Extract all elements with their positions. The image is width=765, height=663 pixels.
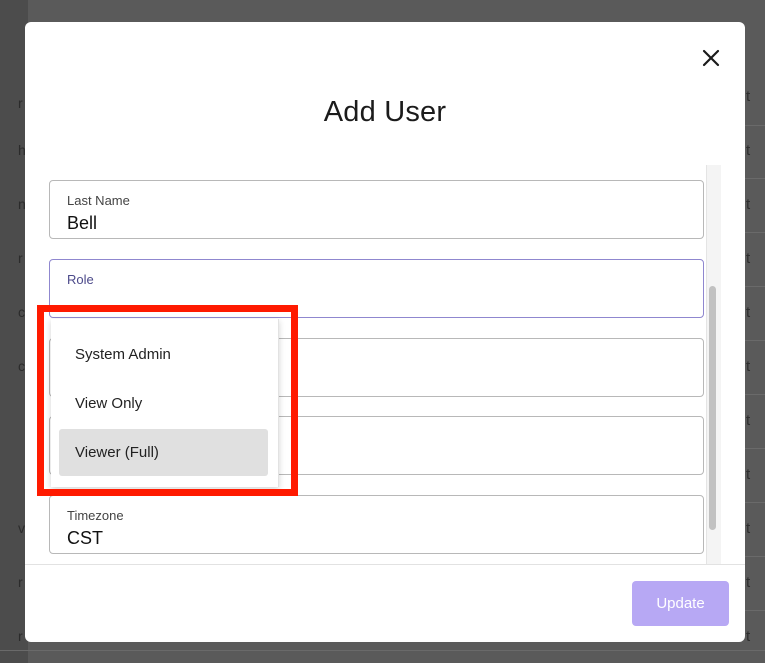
footer-divider xyxy=(25,564,745,565)
role-option-view-only[interactable]: View Only xyxy=(59,380,268,427)
background-row-text: t xyxy=(746,304,751,321)
role-dropdown-menu: System Admin View Only Viewer (Full) xyxy=(51,319,279,487)
background-left-text: r xyxy=(18,95,23,111)
timezone-field[interactable]: Timezone CST xyxy=(49,495,704,554)
background-row-text: t xyxy=(746,142,751,159)
background-row-divider xyxy=(744,448,765,449)
background-row-divider xyxy=(744,394,765,395)
background-row-text: t xyxy=(746,574,751,591)
role-select[interactable]: Role xyxy=(49,259,704,318)
background-row-divider xyxy=(744,610,765,611)
background-row-divider xyxy=(744,125,765,126)
background-row-text: t xyxy=(746,88,751,105)
background-row-text: t xyxy=(746,358,751,375)
background-left-text: r xyxy=(18,250,23,266)
scrollbar-thumb[interactable] xyxy=(709,286,716,530)
background-left-text: c xyxy=(18,358,25,374)
background-row-text: t xyxy=(746,196,751,213)
background-divider xyxy=(0,650,765,651)
last-name-label: Last Name xyxy=(67,193,130,208)
background-row-text: t xyxy=(746,412,751,429)
background-row-text: t xyxy=(746,520,751,537)
timezone-label: Timezone xyxy=(67,508,124,523)
background-left-text: r xyxy=(18,574,23,590)
background-left-text: r xyxy=(18,628,23,644)
modal-title: Add User xyxy=(323,96,447,128)
last-name-value: Bell xyxy=(67,213,98,233)
last-name-field[interactable]: Last Name Bell xyxy=(49,180,704,239)
background-row-divider xyxy=(744,340,765,341)
background-row-divider xyxy=(744,502,765,503)
background-left-text: v xyxy=(18,520,25,536)
background-left-strip xyxy=(0,0,28,663)
background-row-divider xyxy=(744,556,765,557)
background-row-text: t xyxy=(746,628,751,645)
role-option-system-admin[interactable]: System Admin xyxy=(59,331,268,378)
close-icon xyxy=(702,49,720,67)
background-row-divider xyxy=(744,178,765,179)
background-row-divider xyxy=(744,232,765,233)
background-row-text: t xyxy=(746,250,751,267)
role-label: Role xyxy=(67,272,94,287)
role-option-viewer-full[interactable]: Viewer (Full) xyxy=(59,429,268,476)
update-button[interactable]: Update xyxy=(632,581,729,626)
background-left-text: c xyxy=(18,304,25,320)
close-button[interactable] xyxy=(699,46,723,70)
timezone-value: CST xyxy=(67,528,103,548)
background-row-divider xyxy=(744,286,765,287)
background-row-text: t xyxy=(746,466,751,483)
